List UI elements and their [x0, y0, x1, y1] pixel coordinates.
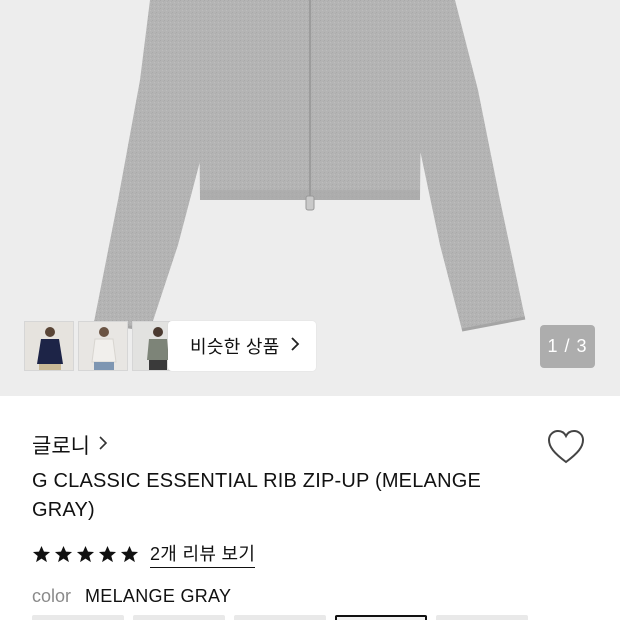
- similar-products-button[interactable]: 비슷한 상품: [168, 321, 316, 371]
- star-filled-icon: [54, 545, 73, 562]
- star-filled-icon: [98, 545, 117, 562]
- star-filled-icon: [32, 545, 51, 562]
- color-option[interactable]: [436, 615, 528, 620]
- rating-row: 2개 리뷰 보기: [32, 540, 256, 568]
- image-page-indicator: 1 / 3: [540, 325, 595, 368]
- color-option[interactable]: [32, 615, 124, 620]
- similar-products-label: 비슷한 상품: [190, 337, 280, 357]
- color-options: [32, 615, 537, 620]
- brand-link[interactable]: 글로니: [32, 430, 108, 460]
- color-label: color: [32, 586, 72, 606]
- heart-outline-icon: [547, 429, 585, 464]
- color-option[interactable]: [234, 615, 326, 620]
- color-option[interactable]: [133, 615, 225, 620]
- star-filled-icon: [120, 545, 139, 562]
- review-link[interactable]: 2개 리뷰 보기: [150, 540, 256, 568]
- color-value: MELANGE GRAY: [85, 586, 232, 606]
- star-rating: [32, 545, 142, 564]
- wishlist-button[interactable]: [546, 428, 586, 466]
- similar-thumbnail-1[interactable]: [24, 321, 74, 371]
- brand-name: 글로니: [32, 435, 90, 458]
- product-detail-page: 비슷한 상품 1 / 3 글로니 G CLASSIC ESSENTIAL RIB…: [0, 0, 620, 620]
- similar-products[interactable]: 비슷한 상품: [24, 321, 316, 371]
- color-option-selected[interactable]: [335, 615, 427, 620]
- similar-thumbnail-2[interactable]: [78, 321, 128, 371]
- star-filled-icon: [76, 545, 95, 562]
- color-row: color MELANGE GRAY: [32, 586, 231, 607]
- product-title: G CLASSIC ESSENTIAL RIB ZIP-UP (MELANGE …: [32, 470, 482, 521]
- product-image-carousel[interactable]: 비슷한 상품 1 / 3: [0, 0, 620, 396]
- chevron-right-icon: [290, 336, 300, 357]
- chevron-right-icon: [98, 434, 108, 457]
